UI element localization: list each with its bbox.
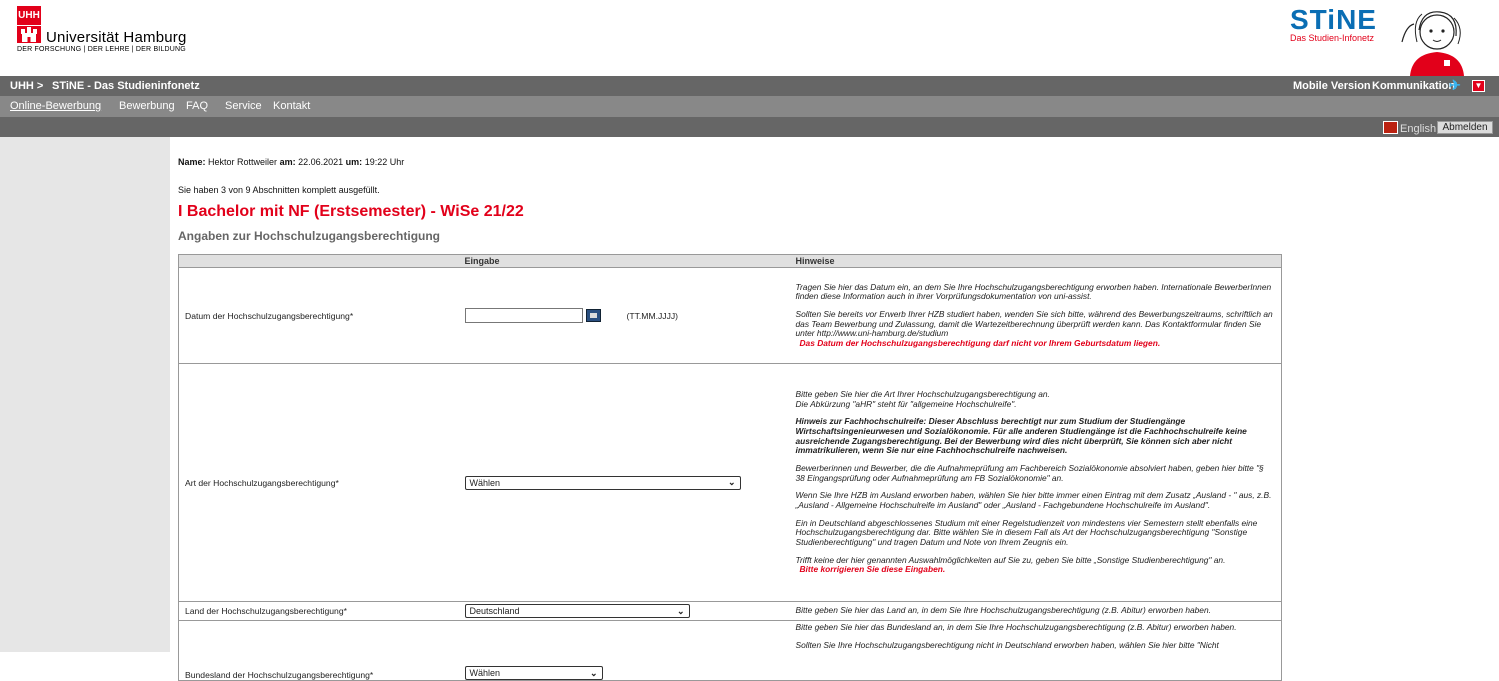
chevron-down-icon: ⌄ <box>676 605 685 616</box>
table-row-bundesland: Bundesland der Hochschulzugangsberechtig… <box>178 620 1282 681</box>
bundesland-hint-2: Sollten Sie Ihre Hochschulzugangsberecht… <box>795 639 1219 650</box>
land-select-value: Deutschland <box>469 606 520 616</box>
date-input-cell: (TT.MM.JJJJ) <box>458 267 790 364</box>
progress-text: Sie haben 3 von 9 Abschnitten komplett a… <box>178 185 380 195</box>
stine-logo-part-b: NE <box>1336 4 1377 35</box>
session-info: Name: Hektor Rottweiler am: 22.06.2021 u… <box>178 157 404 167</box>
hamburg-castle-icon <box>17 26 41 43</box>
date-error: Das Datum der Hochschulzugangsberechtigu… <box>799 337 1161 348</box>
land-hint-cell: Bitte geben Sie hier das Land an, in dem… <box>789 601 1282 621</box>
session-date: 22.06.2021 <box>298 157 344 167</box>
art-error: Bitte korrigieren Sie diese Eingaben. <box>799 564 946 575</box>
art-hint-cell: Bitte geben Sie hier die Art Ihrer Hochs… <box>789 363 1282 602</box>
breadcrumb-stine[interactable]: STiNE - Das Studieninfonetz <box>52 80 200 92</box>
date-label: am: <box>279 157 296 167</box>
table-row-land: Land der Hochschulzugangsberechtigung* D… <box>178 601 1282 621</box>
twitter-icon[interactable]: ✈ <box>1449 78 1463 93</box>
logout-button[interactable]: Abmelden <box>1437 121 1493 134</box>
name-label: Name: <box>178 157 206 167</box>
kommunikation-link[interactable]: Kommunikation <box>1372 80 1455 92</box>
stine-logo-part-a: STi <box>1290 4 1337 35</box>
hzb-form-table: Eingabe Hinweise Datum der Hochschulzuga… <box>178 254 1282 681</box>
date-hint-cell: Tragen Sie hier das Datum ein, an dem Si… <box>789 267 1282 364</box>
bundesland-select[interactable]: Wählen ⌄ <box>464 666 603 680</box>
land-select[interactable]: Deutschland ⌄ <box>464 604 690 618</box>
stine-logo[interactable]: STiNE <box>1290 4 1377 36</box>
bundesland-hint-1: Bitte geben Sie hier das Bundesland an, … <box>795 622 1237 632</box>
hzb-date-input[interactable] <box>464 308 583 323</box>
stine-mascot-icon <box>1401 11 1464 76</box>
time-label: um: <box>345 157 363 167</box>
header-label <box>178 254 459 268</box>
uk-flag-icon[interactable] <box>1383 121 1398 134</box>
land-input-cell: Deutschland ⌄ <box>458 601 790 621</box>
breadcrumb-uhh[interactable]: UHH > <box>10 80 43 92</box>
table-row-date: Datum der Hochschulzugangsberechtigung* … <box>178 267 1282 364</box>
table-header-row: Eingabe Hinweise <box>178 254 1282 268</box>
date-hint-2: Sollten Sie bereits vor Erwerb Ihrer HZB… <box>795 308 1273 339</box>
language-switch[interactable]: English <box>1400 123 1436 135</box>
uhh-logo[interactable]: UHH <box>17 6 41 25</box>
program-title: I Bachelor mit NF (Erstsemester) - WiSe … <box>178 203 524 220</box>
header-eingabe: Eingabe <box>458 254 790 268</box>
date-label-cell: Datum der Hochschulzugangsberechtigung* <box>178 267 459 364</box>
stine-subtitle: Das Studien-Infonetz <box>1290 33 1375 43</box>
art-select-value: Wählen <box>469 477 501 488</box>
bundesland-input-cell: Wählen ⌄ <box>458 620 790 681</box>
site-header: UHH Universität Hamburg DER FORSCHUNG | … <box>0 0 1499 76</box>
date-format-hint: (TT.MM.JJJJ) <box>626 310 679 321</box>
main-content: Name: Hektor Rottweiler am: 22.06.2021 u… <box>178 137 1288 681</box>
session-time: 19:22 Uhr <box>364 157 405 167</box>
left-sidebar <box>0 137 170 652</box>
calendar-icon[interactable] <box>585 309 601 322</box>
bundesland-select-value: Wählen <box>469 668 501 678</box>
table-row-art: Art der Hochschulzugangsberechtigung* Wä… <box>178 363 1282 602</box>
user-name: Hektor Rottweiler <box>208 157 278 167</box>
header-hinweise: Hinweise <box>789 254 1282 268</box>
art-hint-4: Wenn Sie Ihre HZB im Ausland erworben ha… <box>795 490 1272 510</box>
university-motto: DER FORSCHUNG | DER LEHRE | DER BILDUNG <box>17 46 186 53</box>
nav-online-bewerbung[interactable]: Online-Bewerbung <box>10 100 101 112</box>
utility-bar <box>0 117 1499 137</box>
art-hint-2: Hinweis zur Fachhochschulreife: Dieser A… <box>795 416 1247 456</box>
bundesland-label-cell: Bundesland der Hochschulzugangsberechtig… <box>178 620 459 681</box>
dropdown-arrow-icon[interactable]: ▼ <box>1472 80 1485 92</box>
nav-kontakt[interactable]: Kontakt <box>273 100 310 112</box>
nav-faq[interactable]: FAQ <box>186 100 208 112</box>
art-input-cell: Wählen ⌄ <box>458 363 790 602</box>
date-hint-1: Tragen Sie hier das Datum ein, an dem Si… <box>795 281 1272 302</box>
art-select[interactable]: Wählen ⌄ <box>464 475 741 490</box>
art-hint-1b: Die Abkürzung "aHR" steht für "allgemein… <box>795 398 1017 409</box>
top-bar: UHH > STiNE - Das Studieninfonetz Mobile… <box>0 76 1499 96</box>
nav-service[interactable]: Service <box>225 100 262 112</box>
art-label-cell: Art der Hochschulzugangsberechtigung* <box>178 363 459 602</box>
mobile-version-link[interactable]: Mobile Version <box>1293 80 1371 92</box>
chevron-down-icon: ⌄ <box>727 477 736 487</box>
bundesland-hint-cell: Bitte geben Sie hier das Bundesland an, … <box>789 620 1282 681</box>
section-title: Angaben zur Hochschulzugangsberechtigung <box>178 229 441 243</box>
nav-bewerbung[interactable]: Bewerbung <box>119 100 175 112</box>
chevron-down-icon: ⌄ <box>589 667 598 678</box>
land-label-cell: Land der Hochschulzugangsberechtigung* <box>178 601 459 621</box>
art-hint-5: Ein in Deutschland abgeschlossenes Studi… <box>795 517 1258 547</box>
main-nav: Online-Bewerbung Bewerbung FAQ Service K… <box>0 96 1499 117</box>
art-hint-3: Bewerberinnen und Bewerber, die die Aufn… <box>795 463 1264 483</box>
university-name: Universität Hamburg <box>46 29 187 46</box>
